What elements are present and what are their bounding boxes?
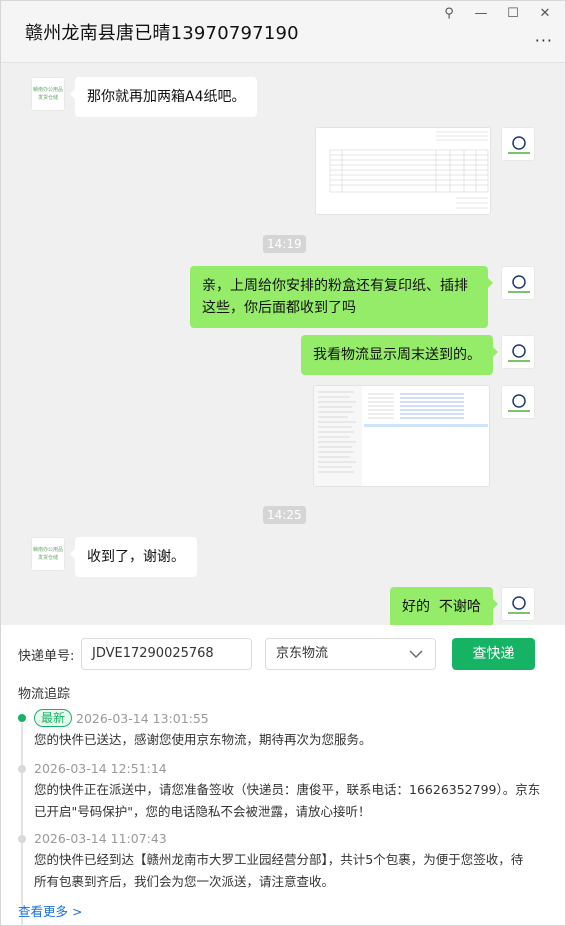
event-description: 所有包裹到齐后，我们会为您一次派送，请注意查收。	[34, 874, 335, 889]
image-message-order[interactable]	[315, 127, 491, 215]
query-tracking-button[interactable]: 查快递	[452, 638, 535, 670]
tracking-number-input[interactable]: JDVE17290025768	[81, 638, 252, 670]
event-description: 您的快件正在派送中，请您准备签收（快递员：唐俊平，联系电话：1662635279…	[34, 782, 541, 797]
user-avatar[interactable]	[501, 587, 535, 621]
avatar-text: 赣南办公用品	[32, 547, 63, 553]
timeline-dot-active	[18, 714, 26, 722]
tracking-section-title: 物流追踪	[18, 687, 71, 702]
avatar-text: 赣南办公用品	[32, 87, 63, 93]
message-bubble[interactable]: 那你就再加两箱A4纸吧。	[69, 77, 258, 117]
close-icon[interactable]: ✕	[531, 5, 559, 23]
event-description: 您的快件已送达，感谢您使用京东物流，期待再次为您服务。	[34, 732, 372, 747]
message-bubble[interactable]: 我看物流显示周末送到的。	[301, 335, 498, 375]
event-time: 2026-03-14 11:07:43	[34, 831, 167, 846]
user-avatar[interactable]	[501, 335, 535, 369]
timeline-line	[21, 723, 23, 926]
avatar-text: 发货仓储	[37, 95, 58, 101]
event-description: 已开启"号码保护"，您的电话隐私不会被泄露，请放心接听！	[34, 804, 371, 819]
avatar-text: 发货仓储	[37, 555, 58, 561]
tracking-panel: 快递单号: JDVE17290025768 京东物流 查快递 物流追踪 最新 2…	[1, 625, 565, 926]
chat-title: 赣州龙南县唐已晴13970797190	[25, 23, 299, 44]
user-avatar[interactable]	[501, 385, 535, 419]
minimize-icon[interactable]: —	[467, 5, 495, 23]
image-message-logistics[interactable]	[313, 385, 490, 487]
message-bubble[interactable]: 收到了，谢谢。	[70, 537, 197, 577]
time-divider: 14:19	[263, 235, 306, 253]
message-bubble[interactable]: 好的 不谢哈	[390, 587, 498, 625]
user-avatar[interactable]	[501, 127, 535, 161]
title-bar: 赣州龙南县唐已晴13970797190 ⚲ — ☐ ✕ ···	[1, 1, 565, 63]
logistics-screenshot-image	[314, 386, 489, 486]
tracking-number-label: 快递单号:	[18, 649, 75, 664]
message-bubble[interactable]: 亲，上周给你安排的粉盒还有复印纸、插排这些，你后面都收到了吗	[190, 266, 493, 328]
order-sheet-image	[316, 128, 490, 214]
carrier-select-value: 京东物流	[276, 646, 329, 661]
chat-area: 赣南办公用品 发货仓储 那你就再加两箱A4纸吧。 14:19 亲，上周给你安排的…	[1, 63, 565, 625]
chevron-down-icon	[409, 650, 423, 658]
view-more-link[interactable]: 查看更多 >	[18, 901, 82, 920]
user-avatar[interactable]	[501, 266, 535, 300]
latest-badge: 最新	[34, 709, 73, 727]
pin-icon[interactable]: ⚲	[435, 5, 463, 23]
carrier-select[interactable]: 京东物流	[265, 638, 436, 670]
event-description: 您的快件已经到达【赣州龙南市大罗工业园经营分部】，共计5个包裹，为便于您签收，待	[34, 852, 524, 867]
timeline-dot	[18, 835, 26, 843]
event-time: 2026-03-14 13:01:55	[76, 711, 209, 726]
time-divider: 14:25	[263, 506, 306, 524]
event-time: 2026-03-14 12:51:14	[34, 761, 167, 776]
timeline-dot	[18, 765, 26, 773]
shop-avatar[interactable]: 赣南办公用品 发货仓储	[31, 77, 65, 111]
shop-avatar[interactable]: 赣南办公用品 发货仓储	[31, 537, 65, 571]
more-icon[interactable]: ···	[535, 31, 553, 50]
maximize-icon[interactable]: ☐	[499, 5, 527, 23]
